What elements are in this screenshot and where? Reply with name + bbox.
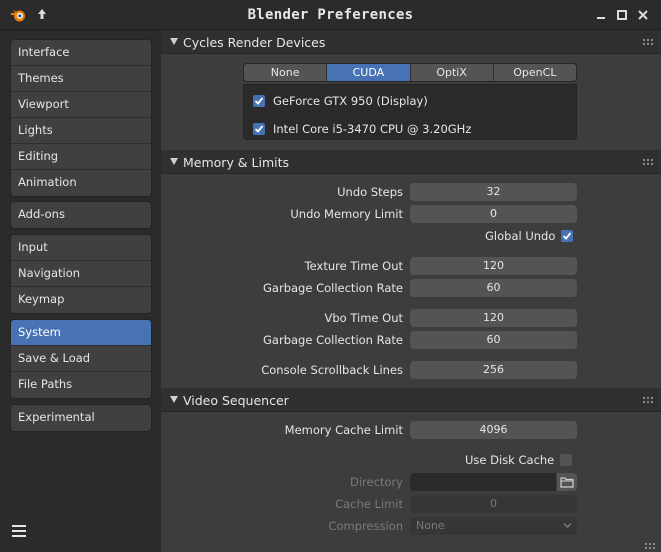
sidebar-item-editing[interactable]: Editing — [11, 144, 151, 170]
use-disk-cache-label: Use Disk Cache — [465, 453, 555, 467]
device-label-cpu: Intel Core i5-3470 CPU @ 3.20GHz — [273, 122, 472, 136]
sidebar-item-interface[interactable]: Interface — [11, 40, 151, 66]
browse-folder-button[interactable] — [557, 473, 577, 491]
preferences-main-panel: Cycles Render Devices None CUDA OptiX Op… — [161, 30, 661, 552]
sidebar-item-addons[interactable]: Add-ons — [11, 202, 151, 228]
nav-group-addons: Add-ons — [10, 201, 152, 229]
use-disk-cache-checkbox[interactable] — [560, 454, 573, 466]
undo-steps-label: Undo Steps — [337, 185, 403, 199]
checkmark-icon — [254, 125, 264, 133]
device-row-gpu[interactable]: GeForce GTX 950 (Display) — [253, 93, 428, 109]
compression-value: None — [416, 519, 445, 532]
sidebar-item-experimental[interactable]: Experimental — [11, 405, 151, 431]
memory-cache-limit-field[interactable]: 4096 — [410, 421, 577, 439]
preferences-sidebar: Interface Themes Viewport Lights Editing… — [0, 30, 161, 552]
panel-title-cycles: Cycles Render Devices — [183, 35, 326, 50]
texture-timeout-field[interactable]: 120 — [410, 257, 577, 275]
gc-rate-field[interactable]: 60 — [410, 279, 577, 297]
disk-cache-limit-field[interactable]: 0 — [410, 495, 577, 513]
sidebar-item-themes[interactable]: Themes — [11, 66, 151, 92]
sidebar-item-lights[interactable]: Lights — [11, 118, 151, 144]
panel-title-memory: Memory & Limits — [183, 155, 290, 170]
global-undo-checkbox[interactable] — [561, 230, 574, 242]
close-icon[interactable] — [636, 8, 650, 22]
chevron-down-icon — [563, 523, 572, 528]
drag-grip-icon[interactable] — [643, 397, 655, 403]
tab-opencl[interactable]: OpenCL — [493, 64, 576, 81]
texture-timeout-label: Texture Time Out — [304, 259, 403, 273]
vbo-timeout-label: Vbo Time Out — [324, 311, 403, 325]
drag-grip-icon[interactable] — [643, 159, 655, 165]
undo-steps-field[interactable]: 32 — [410, 183, 577, 201]
sidebar-item-file-paths[interactable]: File Paths — [11, 372, 151, 398]
undo-memory-label: Undo Memory Limit — [290, 207, 403, 221]
gc-rate-label: Garbage Collection Rate — [263, 281, 403, 295]
sidebar-item-animation[interactable]: Animation — [11, 170, 151, 196]
title-bar: Blender Preferences — [0, 0, 661, 30]
tab-none[interactable]: None — [244, 64, 328, 81]
sidebar-item-viewport[interactable]: Viewport — [11, 92, 151, 118]
memory-cache-limit-label: Memory Cache Limit — [284, 423, 403, 437]
window-title: Blender Preferences — [247, 7, 414, 23]
folder-icon — [560, 477, 574, 488]
collapse-triangle-icon — [170, 38, 178, 45]
console-scrollback-field[interactable]: 256 — [410, 361, 577, 379]
nav-group-input: Input Navigation Keymap — [10, 234, 152, 314]
compression-select[interactable]: None — [410, 517, 577, 535]
collapse-triangle-icon — [170, 158, 178, 165]
compression-label: Compression — [328, 519, 403, 533]
console-scrollback-label: Console Scrollback Lines — [261, 363, 403, 377]
vbo-gc-rate-label: Garbage Collection Rate — [263, 333, 403, 347]
nav-group-experimental: Experimental — [10, 404, 152, 432]
panel-header-memory[interactable]: Memory & Limits — [161, 150, 661, 174]
device-checkbox-gpu[interactable] — [253, 95, 265, 107]
disk-cache-limit-label: Cache Limit — [335, 497, 403, 511]
panel-title-video: Video Sequencer — [183, 393, 289, 408]
collapse-triangle-icon — [170, 396, 178, 403]
device-label-gpu: GeForce GTX 950 (Display) — [273, 94, 428, 108]
vbo-timeout-field[interactable]: 120 — [410, 309, 577, 327]
device-checkbox-cpu[interactable] — [253, 123, 265, 135]
undo-memory-field[interactable]: 0 — [410, 205, 577, 223]
use-disk-cache-toggle[interactable]: Use Disk Cache — [465, 453, 573, 467]
hamburger-menu-icon[interactable] — [11, 524, 27, 538]
vbo-gc-rate-field[interactable]: 60 — [410, 331, 577, 349]
tab-cuda[interactable]: CUDA — [327, 64, 411, 81]
maximize-icon[interactable] — [615, 8, 629, 22]
sidebar-item-keymap[interactable]: Keymap — [11, 287, 151, 313]
sidebar-item-navigation[interactable]: Navigation — [11, 261, 151, 287]
panel-header-video[interactable]: Video Sequencer — [161, 388, 661, 412]
directory-label: Directory — [349, 475, 403, 489]
sidebar-item-system[interactable]: System — [11, 320, 151, 346]
nav-group-general: Interface Themes Viewport Lights Editing… — [10, 39, 152, 197]
tab-optix[interactable]: OptiX — [410, 64, 494, 81]
directory-input[interactable] — [410, 473, 556, 491]
sidebar-item-save-load[interactable]: Save & Load — [11, 346, 151, 372]
drag-grip-icon[interactable] — [643, 39, 655, 45]
device-row-cpu[interactable]: Intel Core i5-3470 CPU @ 3.20GHz — [253, 121, 471, 137]
checkmark-icon — [254, 97, 264, 105]
sidebar-item-input[interactable]: Input — [11, 235, 151, 261]
global-undo-toggle[interactable]: Global Undo — [485, 229, 574, 243]
compute-device-tabs: None CUDA OptiX OpenCL — [243, 63, 577, 82]
checkmark-icon — [563, 232, 572, 240]
nav-group-system: System Save & Load File Paths — [10, 319, 152, 399]
drag-grip-icon[interactable] — [645, 543, 657, 549]
global-undo-label: Global Undo — [485, 229, 556, 243]
minimize-icon[interactable] — [594, 8, 608, 22]
panel-header-cycles[interactable]: Cycles Render Devices — [161, 30, 661, 54]
device-list: GeForce GTX 950 (Display) Intel Core i5-… — [243, 84, 577, 140]
